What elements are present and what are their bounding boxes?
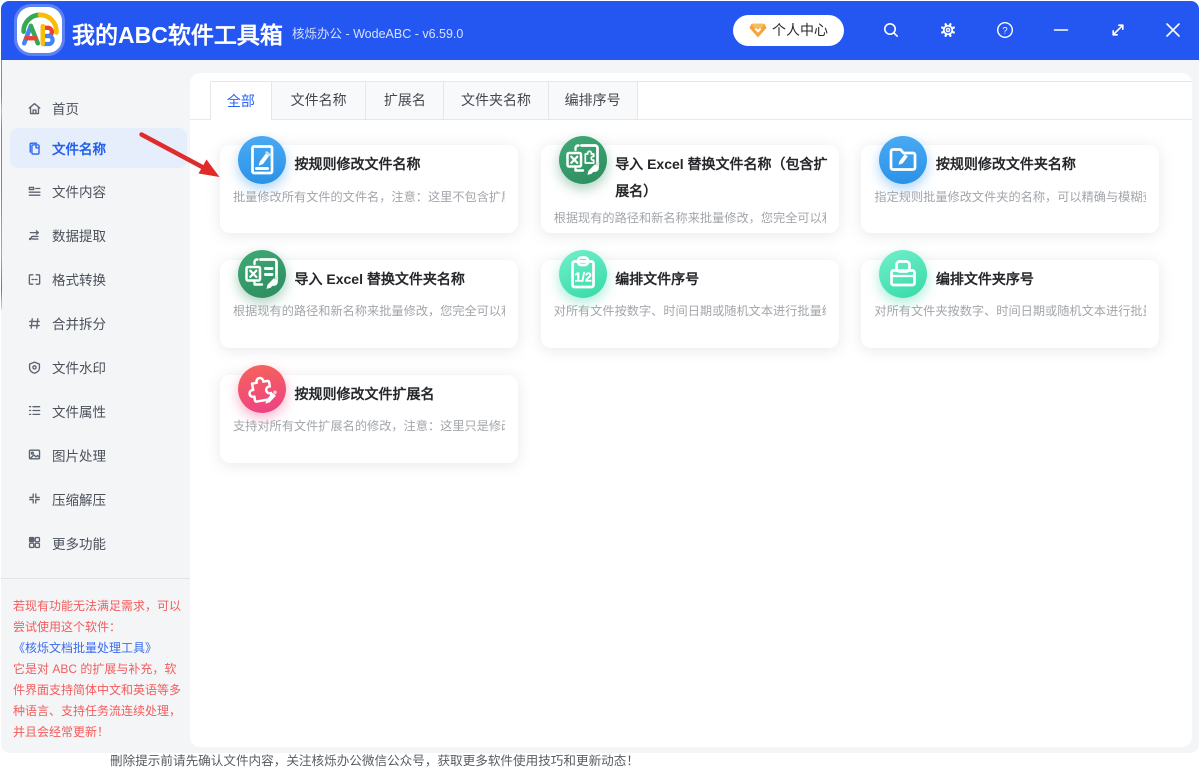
svg-text:?: ? [1002,25,1007,36]
svg-text:1/2: 1/2 [574,271,591,285]
